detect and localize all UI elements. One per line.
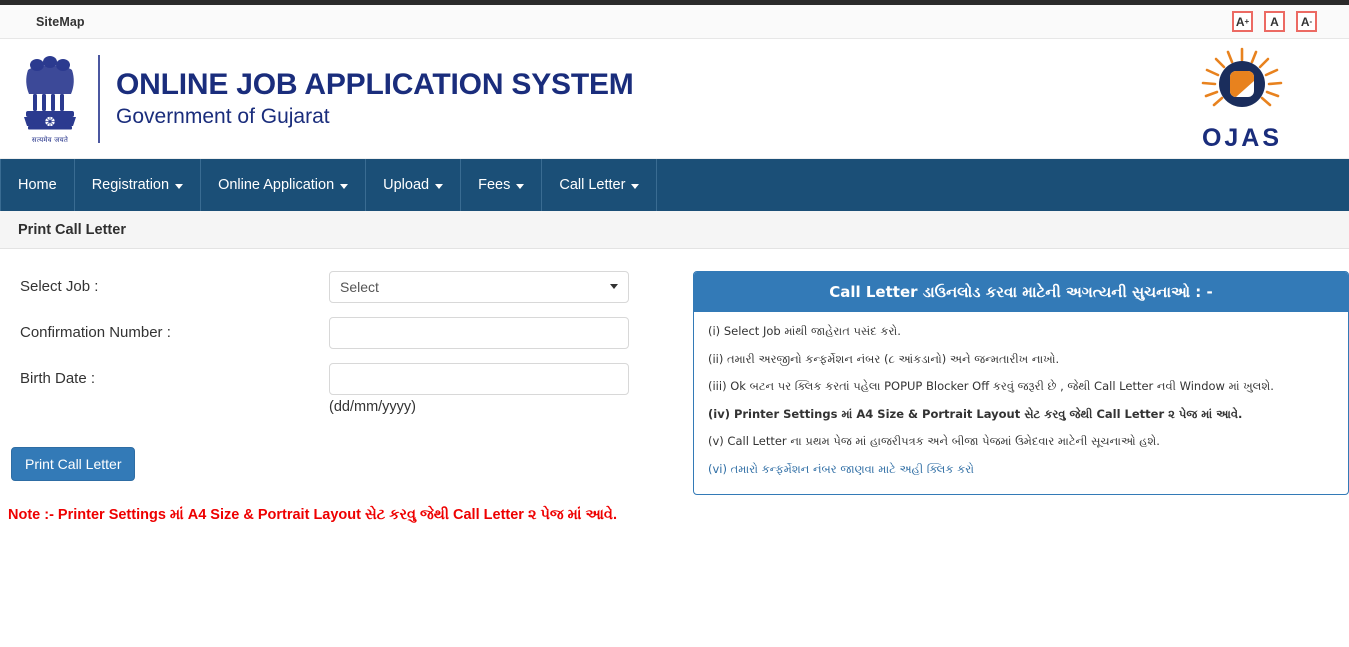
masthead-divider — [98, 54, 100, 143]
instruction-item-6-confirmation-number-link[interactable]: (vi) તમારો કન્ફર્મેશન નંબર જાણવા માટે અહ… — [708, 462, 1334, 478]
select-job-control: Select — [329, 271, 629, 303]
nav-item-call-letter-label: Call Letter — [559, 177, 626, 193]
decrease-font-button[interactable]: A- — [1296, 11, 1317, 32]
emblem-motto: सत्यमेव जयते — [31, 135, 69, 144]
instruction-item-4: (iv) Printer Settings માં A4 Size & Port… — [708, 406, 1243, 421]
increase-font-button[interactable]: A + — [1232, 11, 1253, 32]
reset-font-label: A — [1270, 14, 1279, 29]
decrease-font-label: A — [1300, 14, 1310, 29]
page-title: Print Call Letter — [18, 221, 126, 238]
select-job-label: Select Job : — [20, 278, 99, 295]
font-size-controls: A + A A- — [1232, 11, 1317, 32]
nav-item-call-letter[interactable]: Call Letter — [542, 159, 658, 211]
increase-font-label: A — [1235, 14, 1245, 29]
chevron-down-icon — [516, 183, 525, 189]
select-job-value: Select — [340, 279, 379, 295]
ojas-wordmark: OJAS — [1201, 124, 1283, 152]
birth-date-control: (dd/mm/yyyy) — [329, 363, 629, 415]
instructions-panel-body: (i) Select Job માંથી જાહેરાત પસંદ કરો. (… — [694, 312, 1348, 494]
nav-item-upload[interactable]: Upload — [366, 159, 462, 211]
instructions-panel: Call Letter ડાઉનલોડ કરવા માટેની અગત્યની … — [693, 271, 1349, 496]
chevron-down-icon — [175, 183, 184, 189]
reset-font-button[interactable]: A — [1264, 11, 1285, 32]
birth-date-label: Birth Date : — [20, 370, 96, 387]
nav-item-registration[interactable]: Registration — [75, 159, 202, 211]
birth-date-input[interactable] — [329, 363, 629, 395]
nav-item-online-application[interactable]: Online Application — [201, 159, 367, 211]
ojas-logo: OJAS — [1187, 47, 1297, 153]
instructions-panel-header: Call Letter ડાઉનલોડ કરવા માટેની અગત્યની … — [694, 272, 1348, 312]
form-column: Select Job : Select Confirmation Number … — [0, 271, 693, 527]
confirmation-number-input[interactable] — [329, 317, 629, 349]
confirmation-number-control — [329, 317, 629, 349]
main-navigation: Home Registration Online Application Upl… — [0, 159, 1349, 211]
nav-item-registration-label: Registration — [91, 177, 170, 193]
india-state-emblem-icon — [18, 53, 82, 137]
form-row-confirmation-number: Confirmation Number : — [0, 317, 693, 349]
chevron-down-icon — [340, 183, 349, 189]
form-row-birth-date: Birth Date : (dd/mm/yyyy) — [0, 363, 693, 415]
printer-settings-note: Note :- Printer Settings માં A4 Size & P… — [8, 507, 617, 523]
masthead: सत्यमेव जयते ONLINE JOB APPLICATION SYST… — [0, 39, 1349, 159]
chevron-down-icon — [631, 183, 640, 189]
confirmation-number-label: Confirmation Number : — [20, 324, 171, 341]
nav-item-home-label: Home — [18, 177, 57, 193]
chevron-down-icon — [435, 183, 444, 189]
nav-item-upload-label: Upload — [383, 177, 430, 193]
title-block: ONLINE JOB APPLICATION SYSTEM Government… — [116, 68, 634, 128]
page-heading-bar: Print Call Letter — [0, 211, 1349, 249]
print-call-letter-button[interactable]: Print Call Letter — [11, 447, 136, 481]
birth-date-format-hint: (dd/mm/yyyy) — [329, 399, 416, 415]
nav-item-fees[interactable]: Fees — [461, 159, 543, 211]
instruction-item-1: (i) Select Job માંથી જાહેરાત પસંદ કરો. — [708, 324, 901, 338]
nav-filler — [657, 159, 1349, 211]
nav-item-fees-label: Fees — [478, 177, 511, 193]
instruction-item-2: (ii) તમારી અરજીનો કન્ફર્મેશન નંબર (૮ આંક… — [708, 351, 1060, 366]
nav-item-home[interactable]: Home — [0, 159, 75, 211]
main-content: Select Job : Select Confirmation Number … — [0, 249, 1349, 527]
instructions-column: Call Letter ડાઉનલોડ કરવા માટેની અગત્યની … — [693, 271, 1349, 527]
site-title: ONLINE JOB APPLICATION SYSTEM — [116, 68, 634, 102]
utility-bar: SiteMap A + A A- — [0, 5, 1349, 39]
emblem-wrap: सत्यमेव जयते — [12, 53, 88, 145]
site-subtitle: Government of Gujarat — [116, 105, 330, 129]
nav-item-online-application-label: Online Application — [218, 177, 335, 193]
sitemap-link[interactable]: SiteMap — [36, 15, 85, 29]
instruction-item-3: (iii) Ok બટન પર ક્લિક કરતાં પહેલા POPUP … — [708, 379, 1274, 394]
form-row-select-job: Select Job : Select — [0, 271, 693, 303]
instruction-item-5: (v) Call Letter ના પ્રથમ પેજ માં હાજરીપત… — [708, 434, 1160, 449]
submit-row: Print Call Letter — [0, 447, 693, 481]
select-job-dropdown[interactable]: Select — [329, 271, 629, 303]
select-job-shell: Select — [329, 271, 629, 303]
